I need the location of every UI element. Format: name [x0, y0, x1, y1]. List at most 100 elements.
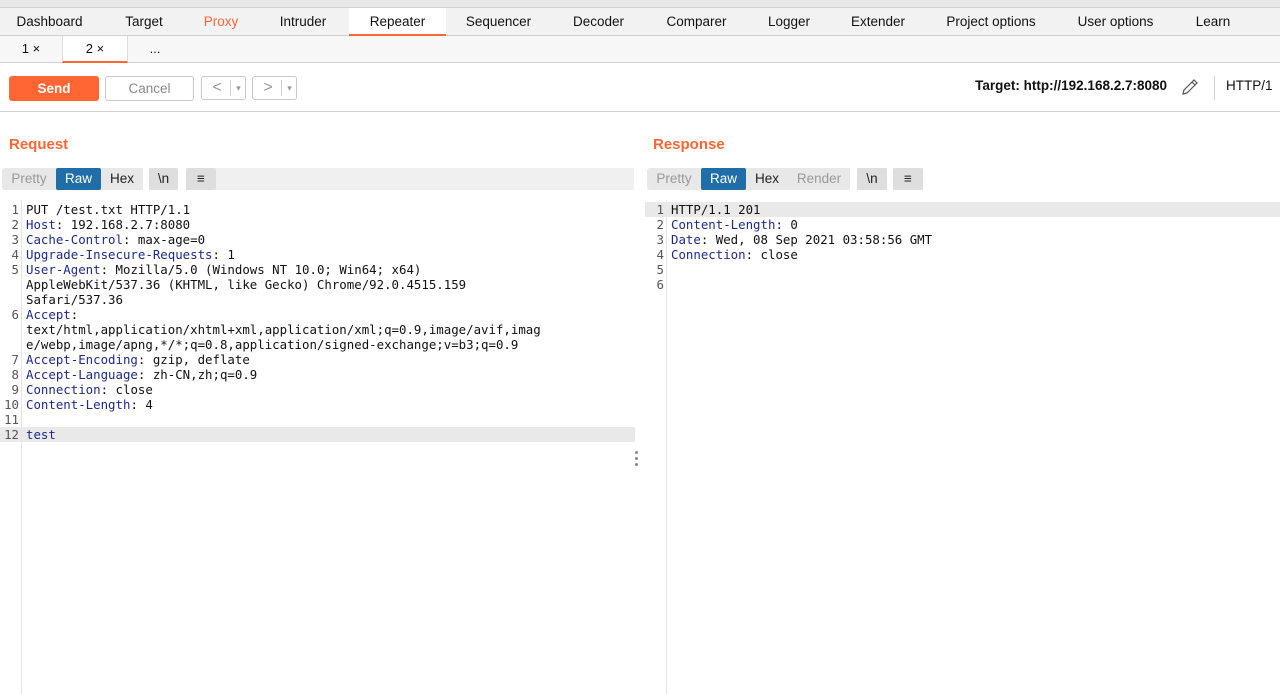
response-editor[interactable]: 1 HTTP/1.1 201 2 Content-Length: 0 3 Date: We…: [645, 200, 1280, 694]
drag-handle-icon[interactable]: [635, 451, 639, 469]
line-number: 7: [11, 352, 19, 367]
request-pretty-button[interactable]: Pretty: [2, 168, 56, 190]
request-raw-button[interactable]: Raw: [56, 168, 101, 190]
tab-repeater[interactable]: Repeater: [349, 8, 446, 36]
header-name: Connection: [671, 247, 746, 262]
line-value: : zh-CN,zh;q=0.9: [137, 367, 258, 382]
response-line: 5: [645, 262, 1280, 277]
request-hex-button[interactable]: Hex: [101, 168, 143, 190]
header-name: Content-Length: [26, 397, 131, 412]
request-panel: Request Pretty Raw Hex \n ≡ 1 PUT /test.t…: [0, 113, 635, 694]
request-line: 3 Cache-Control: max-age=0: [0, 232, 635, 247]
line-text: Connection: close: [671, 247, 798, 262]
line-number: 6: [656, 277, 664, 292]
window-top-edge: [0, 0, 1280, 8]
header-name: Connection: [26, 382, 101, 397]
new-tab-button[interactable]: ...: [128, 36, 182, 63]
request-line: 2 Host: 192.168.2.7:8080: [0, 217, 635, 232]
tab-learn[interactable]: Learn: [1174, 8, 1252, 35]
line-number: 11: [4, 412, 19, 427]
tab-project-options[interactable]: Project options: [925, 8, 1057, 35]
tab-user-options[interactable]: User options: [1057, 8, 1174, 35]
line-number: 5: [11, 262, 19, 277]
line-number: 3: [11, 232, 19, 247]
response-line: 1 HTTP/1.1 201: [645, 202, 1280, 217]
line-number: 5: [656, 262, 664, 277]
response-raw-button[interactable]: Raw: [701, 168, 746, 190]
response-hex-button[interactable]: Hex: [746, 168, 788, 190]
tab-comparer[interactable]: Comparer: [646, 8, 747, 35]
response-title: Response: [653, 136, 725, 153]
request-line: Safari/537.36: [0, 292, 635, 307]
send-button[interactable]: Send: [9, 76, 99, 101]
header-name: Upgrade-Insecure-Requests: [26, 247, 213, 262]
header-name: Cache-Control: [26, 232, 123, 247]
request-line: 5 User-Agent: Mozilla/5.0 (Windows NT 10.…: [0, 262, 635, 277]
line-value: : 4: [130, 397, 153, 412]
request-menu-icon[interactable]: ≡: [186, 168, 216, 190]
header-name: Accept: [26, 307, 71, 322]
repeater-tab-2[interactable]: 2 ×: [62, 36, 128, 63]
line-value: : 1: [212, 247, 235, 262]
tab-decoder[interactable]: Decoder: [551, 8, 646, 35]
line-number: 10: [4, 397, 19, 412]
line-text: HTTP/1.1 201: [671, 202, 761, 217]
line-number: 6: [11, 307, 19, 322]
tab-extender[interactable]: Extender: [831, 8, 925, 35]
line-text: User-Agent: Mozilla/5.0 (Windows NT 10.0…: [26, 262, 421, 277]
line-value: : Wed, 08 Sep 2021 03:58:56 GMT: [700, 232, 933, 247]
line-value: : close: [100, 382, 153, 397]
line-number: 2: [11, 217, 19, 232]
tab-proxy[interactable]: Proxy: [189, 8, 253, 35]
forward-arrow-icon: >: [263, 79, 273, 96]
request-view-modes: Pretty Raw Hex \n ≡: [2, 168, 634, 190]
line-value: e/webp,image/apng,*/*;q=0.8,application/…: [26, 337, 519, 352]
line-text: test: [26, 427, 56, 442]
request-line: e/webp,image/apng,*/*;q=0.8,application/…: [0, 337, 635, 352]
header-name: Date: [671, 232, 701, 247]
forward-button[interactable]: > ▾: [252, 76, 297, 100]
request-title: Request: [9, 136, 69, 153]
tab-intruder[interactable]: Intruder: [253, 8, 353, 35]
tab-target[interactable]: Target: [99, 8, 189, 35]
line-value: PUT /test.txt HTTP/1.1: [26, 202, 191, 217]
request-line: 9 Connection: close: [0, 382, 635, 397]
request-line: 4 Upgrade-Insecure-Requests: 1: [0, 247, 635, 262]
chevron-down-icon[interactable]: ▾: [232, 77, 245, 99]
back-button[interactable]: < ▾: [201, 76, 246, 100]
request-line: text/html,application/xhtml+xml,applicat…: [0, 322, 635, 337]
http-version-toggle[interactable]: HTTP/1: [1226, 78, 1273, 93]
header-name: User-Agent: [26, 262, 101, 277]
line-value: : gzip, deflate: [137, 352, 250, 367]
line-text: Accept:: [26, 307, 78, 322]
line-text: Upgrade-Insecure-Requests: 1: [26, 247, 235, 262]
tab-dashboard[interactable]: Dashboard: [0, 8, 99, 35]
response-newline-toggle[interactable]: \n: [857, 168, 887, 190]
pencil-icon[interactable]: [1180, 77, 1200, 97]
response-pretty-button[interactable]: Pretty: [647, 168, 701, 190]
line-number: 12: [4, 427, 19, 442]
response-menu-icon[interactable]: ≡: [893, 168, 923, 190]
request-line: 1 PUT /test.txt HTTP/1.1: [0, 202, 635, 217]
response-line: 6: [645, 277, 1280, 292]
repeater-tab-1[interactable]: 1 ×: [0, 36, 62, 63]
line-value: : Mozilla/5.0 (Windows NT 10.0; Win64; x…: [100, 262, 422, 277]
cancel-button[interactable]: Cancel: [105, 76, 194, 101]
tab-sequencer[interactable]: Sequencer: [446, 8, 551, 35]
header-name: Accept-Language: [26, 367, 138, 382]
response-render-button[interactable]: Render: [788, 168, 850, 190]
request-editor[interactable]: 1 PUT /test.txt HTTP/1.1 2 Host: 192.168.2.…: [0, 200, 635, 694]
request-newline-toggle[interactable]: \n: [149, 168, 178, 190]
line-value: text/html,application/xhtml+xml,applicat…: [26, 322, 541, 337]
chevron-down-icon[interactable]: ▾: [283, 77, 296, 99]
line-text: Connection: close: [26, 382, 153, 397]
repeater-tab-bar: 1 × 2 × ...: [0, 36, 1280, 63]
repeater-toolbar: Send Cancel < ▾ > ▾ Target: http://192.1…: [0, 63, 1280, 112]
request-line: 11: [0, 412, 635, 427]
request-line: 10 Content-Length: 4: [0, 397, 635, 412]
split-handle[interactable]: [635, 113, 645, 694]
header-name: Host: [26, 217, 56, 232]
tab-logger[interactable]: Logger: [747, 8, 831, 35]
divider: [281, 80, 282, 96]
line-number: 8: [11, 367, 19, 382]
